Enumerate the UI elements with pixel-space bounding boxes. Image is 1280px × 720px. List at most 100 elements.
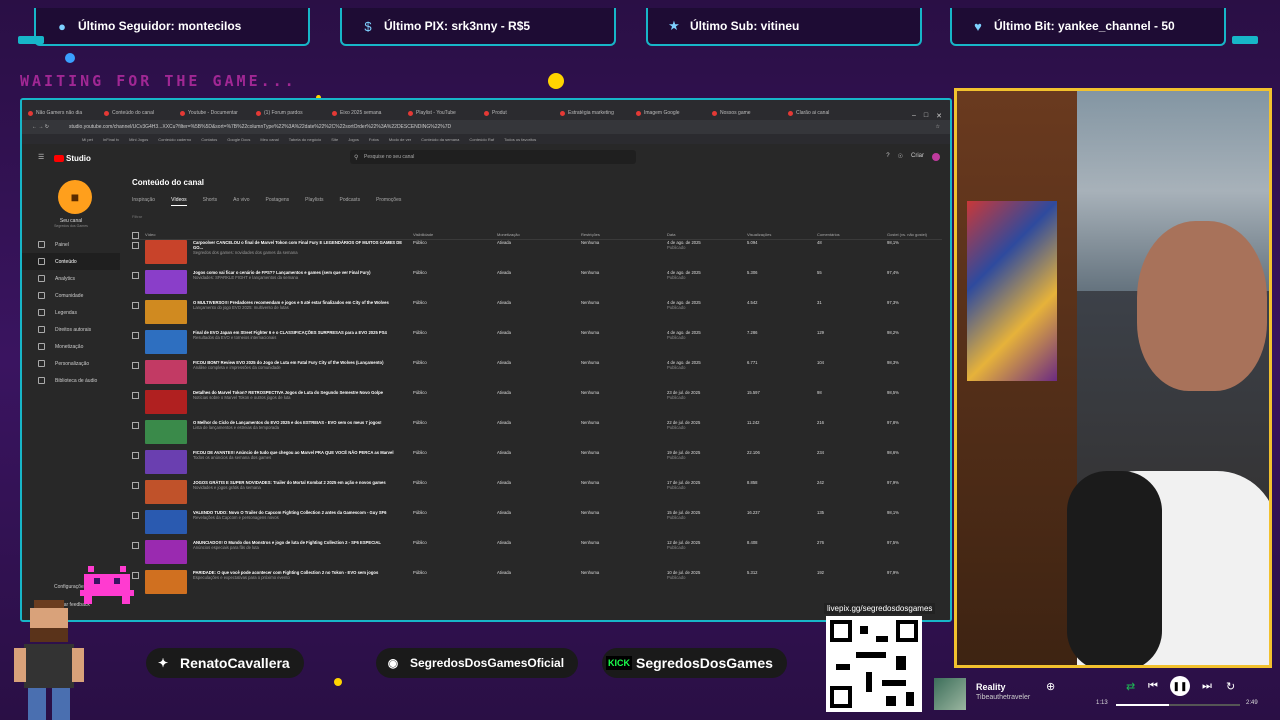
table-row[interactable]: O Melhor do Ciclo de Lançamentos do EVO … [132, 420, 942, 450]
table-row[interactable]: O MULTIVERSO!!! Predadores recomendam e … [132, 300, 942, 330]
sidebar-item-audio[interactable]: Biblioteca de áudio [22, 372, 120, 389]
row-checkbox[interactable] [132, 482, 139, 489]
sidebar-item-legendas[interactable]: Legendas [22, 304, 120, 321]
video-thumbnail[interactable] [145, 420, 187, 444]
tab-promocoes[interactable]: Promoções [376, 197, 401, 206]
row-checkbox[interactable] [132, 242, 139, 249]
row-checkbox[interactable] [132, 452, 139, 459]
visibility-value[interactable]: Público [413, 240, 497, 245]
video-info[interactable]: PARIDADE: O que você pode acontecer com … [193, 570, 413, 590]
visibility-value[interactable]: Público [413, 540, 497, 545]
table-row[interactable]: Carpoolver CANCELOU o final de Marvel To… [132, 240, 942, 270]
browser-tab[interactable]: Playlist - YouTube [408, 106, 478, 120]
row-checkbox[interactable] [132, 512, 139, 519]
sidebar-item-personalizacao[interactable]: Personalização [22, 355, 120, 372]
next-icon[interactable]: ⏭ [1202, 680, 1212, 693]
help-icon[interactable]: ? [886, 153, 889, 161]
row-checkbox[interactable] [132, 542, 139, 549]
video-info[interactable]: JOGOS GRÁTIS E SUPER NOVIDADES: Trailer … [193, 480, 413, 500]
col-visibility[interactable]: Visibilidade [413, 232, 497, 237]
col-date[interactable]: Data [667, 232, 747, 237]
video-info[interactable]: Carpoolver CANCELOU o final de Marvel To… [193, 240, 413, 260]
video-info[interactable]: Jogos como vai ficar o cenário de FPS?? … [193, 270, 413, 290]
table-row[interactable]: Jogos como vai ficar o cenário de FPS?? … [132, 270, 942, 300]
visibility-value[interactable]: Público [413, 510, 497, 515]
bookmark-item[interactable]: Google Docs [227, 137, 250, 142]
bookmark-item[interactable]: Site [331, 137, 338, 142]
avatar[interactable] [932, 153, 940, 161]
video-thumbnail[interactable] [145, 540, 187, 564]
video-info[interactable]: Final de EVO Japan em Street Fighter 6 e… [193, 330, 413, 350]
browser-tab[interactable]: Nossos game [712, 106, 782, 120]
bookmark-item[interactable]: Todos os favoritos [504, 137, 536, 142]
bookmark-item[interactable]: Mi pet [82, 137, 93, 142]
row-checkbox[interactable] [132, 362, 139, 369]
col-monetization[interactable]: Monetização [497, 232, 581, 237]
notifications-icon[interactable]: ☉ [898, 153, 903, 161]
video-thumbnail[interactable] [145, 270, 187, 294]
col-video[interactable]: Vídeo [145, 232, 413, 237]
table-row[interactable]: FICOU DE AVANTE!!! Anúncio de tudo que c… [132, 450, 942, 480]
video-thumbnail[interactable] [145, 390, 187, 414]
bookmark-item[interactable]: Jogos [348, 137, 359, 142]
row-checkbox[interactable] [132, 392, 139, 399]
video-info[interactable]: FICOU BOM? Review EVO 2025 do Jogo de Lu… [193, 360, 413, 380]
visibility-value[interactable]: Público [413, 570, 497, 575]
browser-tab[interactable]: Não Gamers não dia [28, 106, 98, 120]
visibility-value[interactable]: Público [413, 270, 497, 275]
sidebar-item-monetizacao[interactable]: Monetização [22, 338, 120, 355]
tab-podcasts[interactable]: Podcasts [340, 197, 361, 206]
col-likes[interactable]: Gostei (vs. não gostei) [887, 232, 937, 237]
browser-tab[interactable]: Clarão ai canal [788, 106, 858, 120]
row-checkbox[interactable] [132, 422, 139, 429]
video-thumbnail[interactable] [145, 480, 187, 504]
search-input[interactable]: ⚲ Pesquise no seu canal [350, 150, 636, 164]
url-input[interactable]: studio.youtube.com/channel/UCv3G4H3...XX… [69, 124, 936, 130]
video-title[interactable]: Carpoolver CANCELOU o final de Marvel To… [193, 240, 413, 250]
bookmark-item[interactable]: Meu canal [260, 137, 278, 142]
video-info[interactable]: VALENDO TUDO: Novo O Trailer do Capcom F… [193, 510, 413, 530]
repeat-icon[interactable]: ↻ [1226, 680, 1235, 693]
sidebar-item-comunidade[interactable]: Comunidade [22, 287, 120, 304]
previous-icon[interactable]: ⏮ [1148, 680, 1158, 693]
menu-icon[interactable]: ☰ [38, 153, 44, 161]
shuffle-icon[interactable]: ⇄ [1126, 680, 1135, 693]
maximize-icon[interactable]: □ [924, 112, 928, 120]
tab-playlists[interactable]: Playlists [305, 197, 323, 206]
row-checkbox[interactable] [132, 332, 139, 339]
video-info[interactable]: O Melhor do Ciclo de Lançamentos do EVO … [193, 420, 413, 440]
tab-postagens[interactable]: Postagens [266, 197, 290, 206]
select-all-checkbox[interactable] [132, 231, 139, 239]
back-icon[interactable]: ← [32, 124, 37, 130]
browser-tab[interactable]: Conteúdo do canal [104, 106, 174, 120]
bookmark-item[interactable]: Fotos [369, 137, 379, 142]
pause-button[interactable]: ❚❚ [1170, 676, 1190, 696]
filter-input[interactable]: Filtrar [132, 214, 942, 219]
visibility-value[interactable]: Público [413, 330, 497, 335]
col-restrictions[interactable]: Restrições [581, 232, 667, 237]
row-checkbox[interactable] [132, 272, 139, 279]
table-row[interactable]: Final de EVO Japan em Street Fighter 6 e… [132, 330, 942, 360]
video-thumbnail[interactable] [145, 330, 187, 354]
forward-icon[interactable]: → [38, 124, 43, 130]
video-info[interactable]: O MULTIVERSO!!! Predadores recomendam e … [193, 300, 413, 320]
browser-tab[interactable]: Produt [484, 106, 554, 120]
visibility-value[interactable]: Público [413, 300, 497, 305]
visibility-value[interactable]: Público [413, 420, 497, 425]
table-row[interactable]: VALENDO TUDO: Novo O Trailer do Capcom F… [132, 510, 942, 540]
video-thumbnail[interactable] [145, 240, 187, 264]
col-comments[interactable]: Comentários [817, 232, 887, 237]
create-button[interactable]: Criar [911, 153, 924, 161]
bookmark-item[interactable]: Contatos [201, 137, 217, 142]
table-row[interactable]: JOGOS GRÁTIS E SUPER NOVIDADES: Trailer … [132, 480, 942, 510]
col-views[interactable]: Visualizações [747, 232, 817, 237]
tab-shorts[interactable]: Shorts [203, 197, 217, 206]
video-thumbnail[interactable] [145, 510, 187, 534]
visibility-value[interactable]: Público [413, 450, 497, 455]
tab-ao-vivo[interactable]: Ao vivo [233, 197, 249, 206]
video-info[interactable]: FICOU DE AVANTE!!! Anúncio de tudo que c… [193, 450, 413, 470]
video-thumbnail[interactable] [145, 450, 187, 474]
sidebar-item-direitos[interactable]: Direitos autorais [22, 321, 120, 338]
tab-inspiracao[interactable]: Inspiração [132, 197, 155, 206]
video-thumbnail[interactable] [145, 570, 187, 594]
